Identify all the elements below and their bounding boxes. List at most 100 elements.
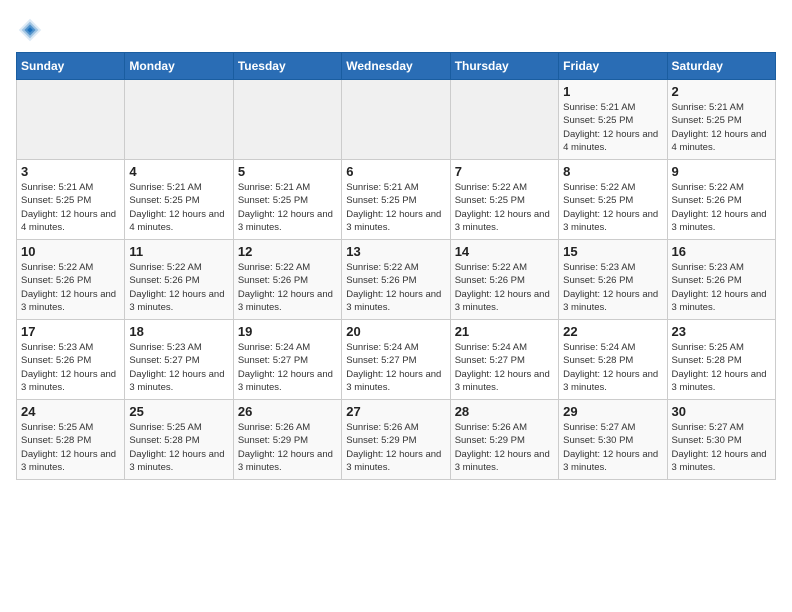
calendar-cell: 3 Sunrise: 5:21 AM Sunset: 5:25 PM Daylig… [17, 160, 125, 240]
day-number: 3 [21, 164, 120, 179]
calendar-cell: 28 Sunrise: 5:26 AM Sunset: 5:29 PM Dayli… [450, 400, 558, 480]
day-number: 27 [346, 404, 445, 419]
day-number: 21 [455, 324, 554, 339]
day-info: Sunrise: 5:22 AM Sunset: 5:25 PM Dayligh… [563, 181, 662, 234]
calendar-cell: 10 Sunrise: 5:22 AM Sunset: 5:26 PM Dayli… [17, 240, 125, 320]
logo [16, 16, 48, 44]
calendar-cell: 12 Sunrise: 5:22 AM Sunset: 5:26 PM Dayli… [233, 240, 341, 320]
calendar-week-3: 10 Sunrise: 5:22 AM Sunset: 5:26 PM Dayli… [17, 240, 776, 320]
day-info: Sunrise: 5:22 AM Sunset: 5:26 PM Dayligh… [21, 261, 120, 314]
calendar-cell: 17 Sunrise: 5:23 AM Sunset: 5:26 PM Dayli… [17, 320, 125, 400]
calendar-cell: 21 Sunrise: 5:24 AM Sunset: 5:27 PM Dayli… [450, 320, 558, 400]
weekday-header-thursday: Thursday [450, 53, 558, 80]
day-number: 30 [672, 404, 771, 419]
calendar-cell: 26Sunrise: 5:26 AM Sunset: 5:29 PM Dayli… [233, 400, 341, 480]
calendar-cell [125, 80, 233, 160]
calendar-week-4: 17 Sunrise: 5:23 AM Sunset: 5:26 PM Dayli… [17, 320, 776, 400]
day-info: Sunrise: 5:21 AM Sunset: 5:25 PM Dayligh… [563, 101, 662, 154]
day-info: Sunrise: 5:22 AM Sunset: 5:26 PM Dayligh… [672, 181, 771, 234]
day-number: 10 [21, 244, 120, 259]
day-number: 2 [672, 84, 771, 99]
calendar-cell: 4 Sunrise: 5:21 AM Sunset: 5:25 PM Daylig… [125, 160, 233, 240]
weekday-header-friday: Friday [559, 53, 667, 80]
calendar-week-5: 24Sunrise: 5:25 AM Sunset: 5:28 PM Dayli… [17, 400, 776, 480]
day-number: 7 [455, 164, 554, 179]
day-number: 9 [672, 164, 771, 179]
day-info: Sunrise: 5:21 AM Sunset: 5:25 PM Dayligh… [238, 181, 337, 234]
calendar-cell: 9 Sunrise: 5:22 AM Sunset: 5:26 PM Daylig… [667, 160, 775, 240]
day-info: Sunrise: 5:24 AM Sunset: 5:27 PM Dayligh… [455, 341, 554, 394]
day-number: 12 [238, 244, 337, 259]
day-info: Sunrise: 5:27 AM Sunset: 5:30 PM Dayligh… [563, 421, 662, 474]
calendar-cell: 27 Sunrise: 5:26 AM Sunset: 5:29 PM Dayli… [342, 400, 450, 480]
header-area [16, 16, 776, 44]
calendar-cell: 13 Sunrise: 5:22 AM Sunset: 5:26 PM Dayli… [342, 240, 450, 320]
day-info: Sunrise: 5:23 AM Sunset: 5:26 PM Dayligh… [563, 261, 662, 314]
day-info: Sunrise: 5:22 AM Sunset: 5:26 PM Dayligh… [238, 261, 337, 314]
weekday-header-row: SundayMondayTuesdayWednesdayThursdayFrid… [17, 53, 776, 80]
day-number: 20 [346, 324, 445, 339]
calendar-body: 1Sunrise: 5:21 AM Sunset: 5:25 PM Daylig… [17, 80, 776, 480]
day-info: Sunrise: 5:25 AM Sunset: 5:28 PM Dayligh… [672, 341, 771, 394]
day-number: 23 [672, 324, 771, 339]
weekday-header-sunday: Sunday [17, 53, 125, 80]
calendar-cell: 14 Sunrise: 5:22 AM Sunset: 5:26 PM Dayli… [450, 240, 558, 320]
calendar-cell: 5 Sunrise: 5:21 AM Sunset: 5:25 PM Daylig… [233, 160, 341, 240]
day-number: 26 [238, 404, 337, 419]
day-number: 5 [238, 164, 337, 179]
calendar-header: SundayMondayTuesdayWednesdayThursdayFrid… [17, 53, 776, 80]
weekday-header-monday: Monday [125, 53, 233, 80]
calendar-cell: 24Sunrise: 5:25 AM Sunset: 5:28 PM Dayli… [17, 400, 125, 480]
day-info: Sunrise: 5:22 AM Sunset: 5:26 PM Dayligh… [455, 261, 554, 314]
day-number: 25 [129, 404, 228, 419]
calendar-cell: 15 Sunrise: 5:23 AM Sunset: 5:26 PM Dayli… [559, 240, 667, 320]
day-number: 13 [346, 244, 445, 259]
calendar-cell [342, 80, 450, 160]
day-info: Sunrise: 5:27 AM Sunset: 5:30 PM Dayligh… [672, 421, 771, 474]
day-number: 4 [129, 164, 228, 179]
day-info: Sunrise: 5:24 AM Sunset: 5:28 PM Dayligh… [563, 341, 662, 394]
day-number: 28 [455, 404, 554, 419]
calendar-cell: 8 Sunrise: 5:22 AM Sunset: 5:25 PM Daylig… [559, 160, 667, 240]
calendar-cell: 30 Sunrise: 5:27 AM Sunset: 5:30 PM Dayli… [667, 400, 775, 480]
day-number: 15 [563, 244, 662, 259]
day-number: 29 [563, 404, 662, 419]
calendar-cell: 16Sunrise: 5:23 AM Sunset: 5:26 PM Dayli… [667, 240, 775, 320]
weekday-header-saturday: Saturday [667, 53, 775, 80]
day-number: 22 [563, 324, 662, 339]
day-info: Sunrise: 5:21 AM Sunset: 5:25 PM Dayligh… [129, 181, 228, 234]
day-info: Sunrise: 5:25 AM Sunset: 5:28 PM Dayligh… [21, 421, 120, 474]
calendar-cell [450, 80, 558, 160]
day-info: Sunrise: 5:21 AM Sunset: 5:25 PM Dayligh… [21, 181, 120, 234]
logo-icon [16, 16, 44, 44]
calendar-cell: 20 Sunrise: 5:24 AM Sunset: 5:27 PM Dayli… [342, 320, 450, 400]
calendar-week-2: 3 Sunrise: 5:21 AM Sunset: 5:25 PM Daylig… [17, 160, 776, 240]
day-info: Sunrise: 5:23 AM Sunset: 5:27 PM Dayligh… [129, 341, 228, 394]
day-number: 17 [21, 324, 120, 339]
calendar-cell: 23 Sunrise: 5:25 AM Sunset: 5:28 PM Dayli… [667, 320, 775, 400]
calendar-cell: 2 Sunrise: 5:21 AM Sunset: 5:25 PM Daylig… [667, 80, 775, 160]
day-info: Sunrise: 5:24 AM Sunset: 5:27 PM Dayligh… [346, 341, 445, 394]
calendar-week-1: 1Sunrise: 5:21 AM Sunset: 5:25 PM Daylig… [17, 80, 776, 160]
day-info: Sunrise: 5:21 AM Sunset: 5:25 PM Dayligh… [346, 181, 445, 234]
day-info: Sunrise: 5:23 AM Sunset: 5:26 PM Dayligh… [21, 341, 120, 394]
calendar-cell [17, 80, 125, 160]
day-info: Sunrise: 5:22 AM Sunset: 5:25 PM Dayligh… [455, 181, 554, 234]
calendar-cell [233, 80, 341, 160]
day-number: 18 [129, 324, 228, 339]
day-number: 16 [672, 244, 771, 259]
day-number: 19 [238, 324, 337, 339]
calendar-cell: 18 Sunrise: 5:23 AM Sunset: 5:27 PM Dayli… [125, 320, 233, 400]
day-info: Sunrise: 5:21 AM Sunset: 5:25 PM Dayligh… [672, 101, 771, 154]
calendar-cell: 19Sunrise: 5:24 AM Sunset: 5:27 PM Dayli… [233, 320, 341, 400]
day-number: 14 [455, 244, 554, 259]
day-info: Sunrise: 5:26 AM Sunset: 5:29 PM Dayligh… [455, 421, 554, 474]
calendar-cell: 1Sunrise: 5:21 AM Sunset: 5:25 PM Daylig… [559, 80, 667, 160]
day-info: Sunrise: 5:25 AM Sunset: 5:28 PM Dayligh… [129, 421, 228, 474]
day-info: Sunrise: 5:22 AM Sunset: 5:26 PM Dayligh… [346, 261, 445, 314]
calendar-cell: 7 Sunrise: 5:22 AM Sunset: 5:25 PM Daylig… [450, 160, 558, 240]
calendar-cell: 29 Sunrise: 5:27 AM Sunset: 5:30 PM Dayli… [559, 400, 667, 480]
day-info: Sunrise: 5:26 AM Sunset: 5:29 PM Dayligh… [346, 421, 445, 474]
day-number: 8 [563, 164, 662, 179]
day-number: 6 [346, 164, 445, 179]
